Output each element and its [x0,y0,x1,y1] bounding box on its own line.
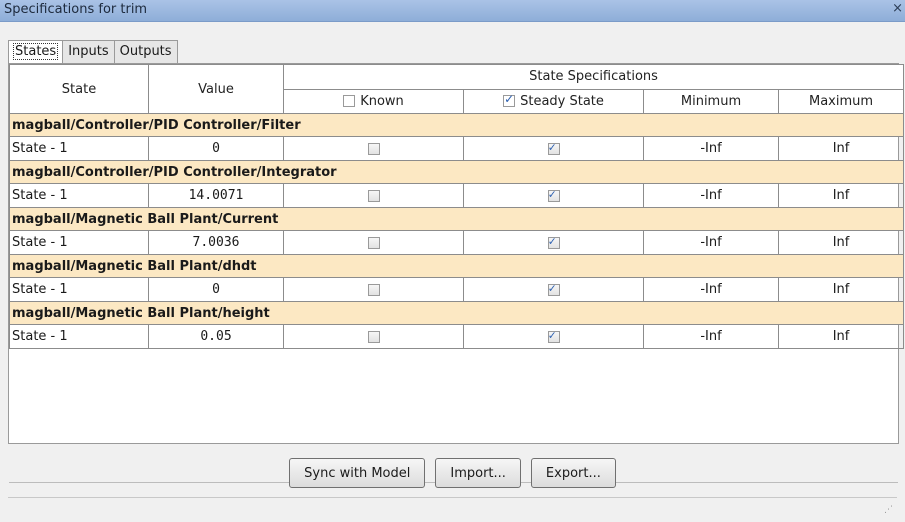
value-cell[interactable]: 14.0071 [148,183,284,208]
header-state-specifications: State Specifications [282,64,905,90]
maximum-cell[interactable]: Inf [777,183,905,208]
block-row: magball/Controller/PID Controller/Filter [8,113,905,137]
header-maximum[interactable]: Maximum [777,88,905,114]
value-cell[interactable]: 0.05 [148,324,284,349]
known-checkbox[interactable] [367,142,380,155]
known-cell[interactable] [283,230,464,255]
header-known-label: Known [360,93,404,109]
tab-inputs-label: Inputs [68,44,109,59]
steady-state-checkbox[interactable] [547,281,560,296]
button-bar: Sync with Model Import... Export... [0,458,905,488]
block-path: magball/Magnetic Ball Plant/height [8,301,905,325]
minimum-cell[interactable]: -Inf [643,277,779,302]
known-cell[interactable] [283,183,464,208]
known-cell[interactable] [283,324,464,349]
tab-outputs[interactable]: Outputs [113,40,178,63]
header-known[interactable]: Known [283,88,464,114]
steady-state-checkbox[interactable] [547,140,560,155]
tab-states-label: States [12,43,59,60]
state-cell: State - 1 [9,324,149,349]
value-cell[interactable]: 0 [148,277,284,302]
known-checkbox[interactable] [367,236,380,249]
steady-state-cell[interactable] [463,136,644,161]
block-row: magball/Magnetic Ball Plant/Current [8,207,905,231]
minimum-cell[interactable]: -Inf [643,136,779,161]
state-spec-table: State Value State Specifications Known S… [8,64,905,349]
block-row: magball/Controller/PID Controller/Integr… [8,160,905,184]
tab-outputs-label: Outputs [119,44,172,59]
minimum-cell[interactable]: -Inf [643,324,779,349]
state-cell: State - 1 [9,277,149,302]
known-cell[interactable] [283,136,464,161]
maximum-cell[interactable]: Inf [777,324,905,349]
table-row[interactable]: State - 1 0.05 -Inf Inf [9,324,905,349]
state-cell: State - 1 [9,230,149,255]
tab-inputs[interactable]: Inputs [62,40,115,63]
block-path: magball/Magnetic Ball Plant/dhdt [8,254,905,278]
known-checkbox[interactable] [367,283,380,296]
header-steady-state-checkbox[interactable] [503,92,516,108]
steady-state-checkbox[interactable] [547,234,560,249]
steady-state-cell[interactable] [463,324,644,349]
state-cell: State - 1 [9,183,149,208]
window-title: Specifications for trim [4,2,148,17]
header-steady-state-label: Steady State [520,93,604,109]
block-path: magball/Controller/PID Controller/Filter [8,113,905,137]
title-bar: Specifications for trim × [0,0,905,22]
block-row: magball/Magnetic Ball Plant/height [8,301,905,325]
table-row[interactable]: State - 1 7.0036 -Inf Inf [9,230,905,255]
import-button[interactable]: Import... [435,458,521,488]
table-row[interactable]: State - 1 14.0071 -Inf Inf [9,183,905,208]
state-spec-table-wrap: State Value State Specifications Known S… [8,64,905,349]
export-button[interactable]: Export... [530,458,616,488]
maximum-cell[interactable]: Inf [777,230,905,255]
steady-state-checkbox[interactable] [547,187,560,202]
block-path: magball/Controller/PID Controller/Integr… [8,160,905,184]
header-known-checkbox[interactable] [343,95,356,108]
tab-states[interactable]: States [8,40,64,64]
tab-strip: States Inputs Outputs [8,40,178,64]
minimum-cell[interactable]: -Inf [643,230,779,255]
block-row: magball/Magnetic Ball Plant/dhdt [8,254,905,278]
value-cell[interactable]: 7.0036 [148,230,284,255]
states-panel: State Value State Specifications Known S… [8,63,905,501]
steady-state-checkbox[interactable] [547,328,560,343]
steady-state-cell[interactable] [463,183,644,208]
close-icon[interactable]: × [892,1,903,16]
header-value[interactable]: Value [148,64,284,114]
sync-with-model-button[interactable]: Sync with Model [289,458,426,488]
block-path: magball/Magnetic Ball Plant/Current [8,207,905,231]
known-checkbox[interactable] [367,330,380,343]
state-cell: State - 1 [9,136,149,161]
maximum-cell[interactable]: Inf [777,277,905,302]
table-row[interactable]: State - 1 0 -Inf Inf [9,277,905,302]
known-cell[interactable] [283,277,464,302]
steady-state-cell[interactable] [463,230,644,255]
maximum-cell[interactable]: Inf [777,136,905,161]
steady-state-cell[interactable] [463,277,644,302]
header-minimum[interactable]: Minimum [643,88,779,114]
minimum-cell[interactable]: -Inf [643,183,779,208]
resize-grip-icon[interactable]: ⋰ [884,505,893,515]
table-row[interactable]: State - 1 0 -Inf Inf [9,136,905,161]
header-steady-state[interactable]: Steady State [463,88,644,114]
header-state[interactable]: State [9,64,149,114]
status-bar: ⋰ [8,497,897,520]
known-checkbox[interactable] [367,189,380,202]
value-cell[interactable]: 0 [148,136,284,161]
